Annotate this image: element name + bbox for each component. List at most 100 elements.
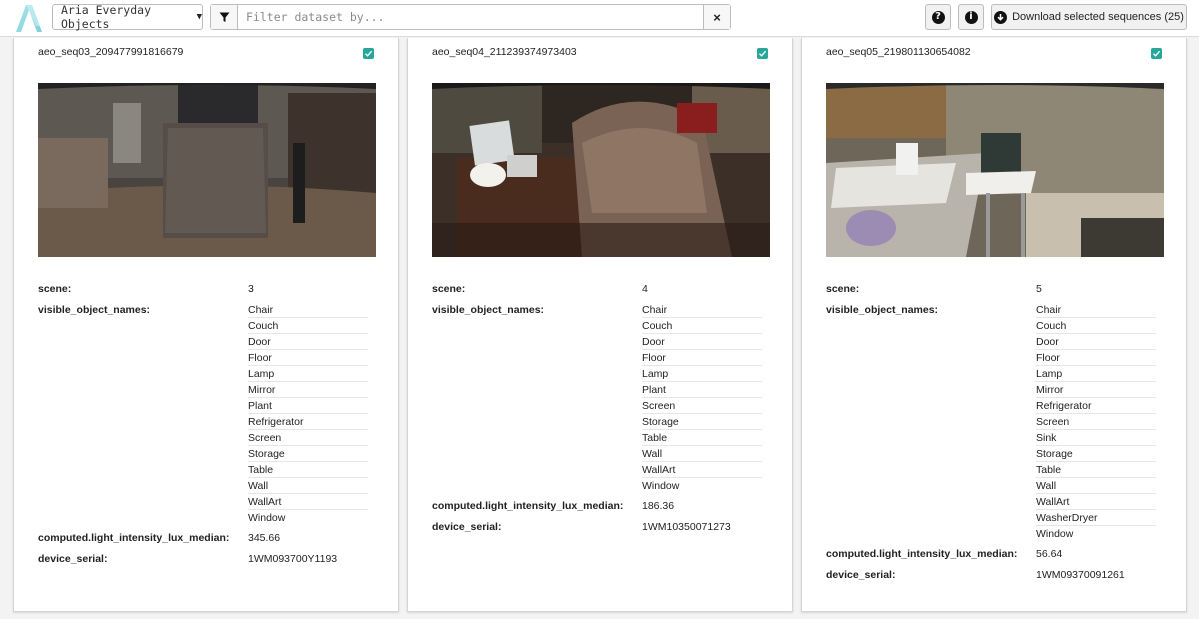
scene-label: scene: <box>38 283 72 295</box>
checkmark-icon <box>1153 50 1161 57</box>
object-list: Chair Couch Door Floor Lamp Mirror Refri… <box>1036 302 1156 541</box>
list-item: Mirror <box>1036 382 1156 398</box>
objects-label: visible_object_names: <box>432 304 545 316</box>
objects-label: visible_object_names: <box>826 304 939 316</box>
checkmark-icon <box>365 50 373 57</box>
top-bar: Aria Everyday Objects ▼ × ? i Download s… <box>0 0 1199 37</box>
sequence-card: aeo_seq05_219801130654082 scene: 5 visib… <box>801 38 1187 612</box>
list-item: Chair <box>1036 302 1156 318</box>
app-logo-icon <box>12 2 46 34</box>
list-item: WallArt <box>1036 494 1156 510</box>
select-checkbox[interactable] <box>757 48 768 59</box>
list-item: Wall <box>1036 478 1156 494</box>
lux-value: 345.66 <box>248 532 281 544</box>
list-item: Table <box>642 430 762 446</box>
list-item: WallArt <box>248 494 368 510</box>
sequence-properties: scene: 4 visible_object_names: Chair Cou… <box>432 281 762 540</box>
filter-button[interactable] <box>211 5 238 29</box>
list-item: Floor <box>1036 350 1156 366</box>
download-button-label: Download selected sequences (25) <box>1012 11 1184 23</box>
serial-value: 1WM093700Y1193 <box>248 553 338 565</box>
sequence-thumbnail[interactable] <box>826 83 1164 257</box>
checkmark-icon <box>759 50 767 57</box>
funnel-icon <box>219 12 229 22</box>
list-item: Plant <box>642 382 762 398</box>
download-icon <box>994 10 1008 24</box>
list-item: Window <box>248 512 286 524</box>
sequence-thumbnail[interactable] <box>38 83 376 257</box>
list-item: Lamp <box>642 366 762 382</box>
info-button[interactable]: i <box>958 4 984 30</box>
filter-group: × <box>210 4 731 30</box>
list-item: Door <box>1036 334 1156 350</box>
question-icon: ? <box>931 10 945 24</box>
sequence-card: aeo_seq03_209477991816679 scene: 3 visib… <box>13 38 399 612</box>
lux-label: computed.light_intensity_lux_median: <box>826 548 1018 560</box>
sequence-card: aeo_seq04_211239374973403 scene: 4 visib… <box>407 38 793 612</box>
sequence-thumbnail[interactable] <box>432 83 770 257</box>
serial-label: device_serial: <box>432 521 502 533</box>
list-item: Screen <box>642 398 762 414</box>
list-item: Couch <box>248 318 368 334</box>
list-item: Sink <box>1036 430 1156 446</box>
lux-value: 186.36 <box>642 500 675 512</box>
sequence-title: aeo_seq03_209477991816679 <box>38 46 184 58</box>
info-icon: i <box>964 10 978 24</box>
scene-label: scene: <box>432 283 466 295</box>
download-button[interactable]: Download selected sequences (25) <box>991 4 1187 30</box>
help-button[interactable]: ? <box>925 4 951 30</box>
serial-label: device_serial: <box>38 553 108 565</box>
list-item: Wall <box>642 446 762 462</box>
list-item: WasherDryer <box>1036 510 1156 526</box>
list-item: Refrigerator <box>1036 398 1156 414</box>
scene-value: 4 <box>642 283 648 295</box>
list-item: Window <box>1036 528 1074 540</box>
list-item: Screen <box>1036 414 1156 430</box>
scene-value: 3 <box>248 283 254 295</box>
select-checkbox[interactable] <box>363 48 374 59</box>
list-item: Storage <box>248 446 368 462</box>
list-item: Lamp <box>1036 366 1156 382</box>
sequence-title: aeo_seq05_219801130654082 <box>826 46 971 58</box>
select-checkbox[interactable] <box>1151 48 1162 59</box>
list-item: Table <box>248 462 368 478</box>
list-item: Door <box>248 334 368 350</box>
list-item: Window <box>642 480 680 492</box>
scene-label: scene: <box>826 283 860 295</box>
serial-value: 1WM09370091261 <box>1036 569 1125 581</box>
clear-filter-button[interactable]: × <box>703 5 730 29</box>
lux-label: computed.light_intensity_lux_median: <box>432 500 624 512</box>
lux-label: computed.light_intensity_lux_median: <box>38 532 230 544</box>
list-item: Chair <box>248 302 368 318</box>
sequence-properties: scene: 5 visible_object_names: Chair Cou… <box>826 281 1156 588</box>
list-item: Plant <box>248 398 368 414</box>
list-item: Storage <box>642 414 762 430</box>
list-item: Door <box>642 334 762 350</box>
object-list: Chair Couch Door Floor Lamp Plant Screen… <box>642 302 762 493</box>
scene-value: 5 <box>1036 283 1042 295</box>
list-item: Chair <box>642 302 762 318</box>
filter-input[interactable] <box>238 5 703 29</box>
lux-value: 56.64 <box>1036 548 1063 560</box>
close-icon: × <box>713 9 721 25</box>
list-item: Wall <box>248 478 368 494</box>
list-item: Screen <box>248 430 368 446</box>
serial-label: device_serial: <box>826 569 896 581</box>
list-item: Couch <box>642 318 762 334</box>
object-list: Chair Couch Door Floor Lamp Mirror Plant… <box>248 302 368 525</box>
list-item: Table <box>1036 462 1156 478</box>
serial-value: 1WM10350071273 <box>642 521 731 533</box>
dataset-select-value: Aria Everyday Objects <box>61 3 152 31</box>
list-item: Storage <box>1036 446 1156 462</box>
caret-down-icon: ▼ <box>196 12 202 22</box>
list-item: Floor <box>248 350 368 366</box>
list-item: Refrigerator <box>248 414 368 430</box>
list-item: Couch <box>1036 318 1156 334</box>
list-item: Lamp <box>248 366 368 382</box>
list-item: Floor <box>642 350 762 366</box>
sequence-properties: scene: 3 visible_object_names: Chair Cou… <box>38 281 368 572</box>
list-item: WallArt <box>642 462 762 478</box>
list-item: Mirror <box>248 382 368 398</box>
dataset-select[interactable]: Aria Everyday Objects ▼ <box>52 3 203 31</box>
objects-label: visible_object_names: <box>38 304 151 316</box>
